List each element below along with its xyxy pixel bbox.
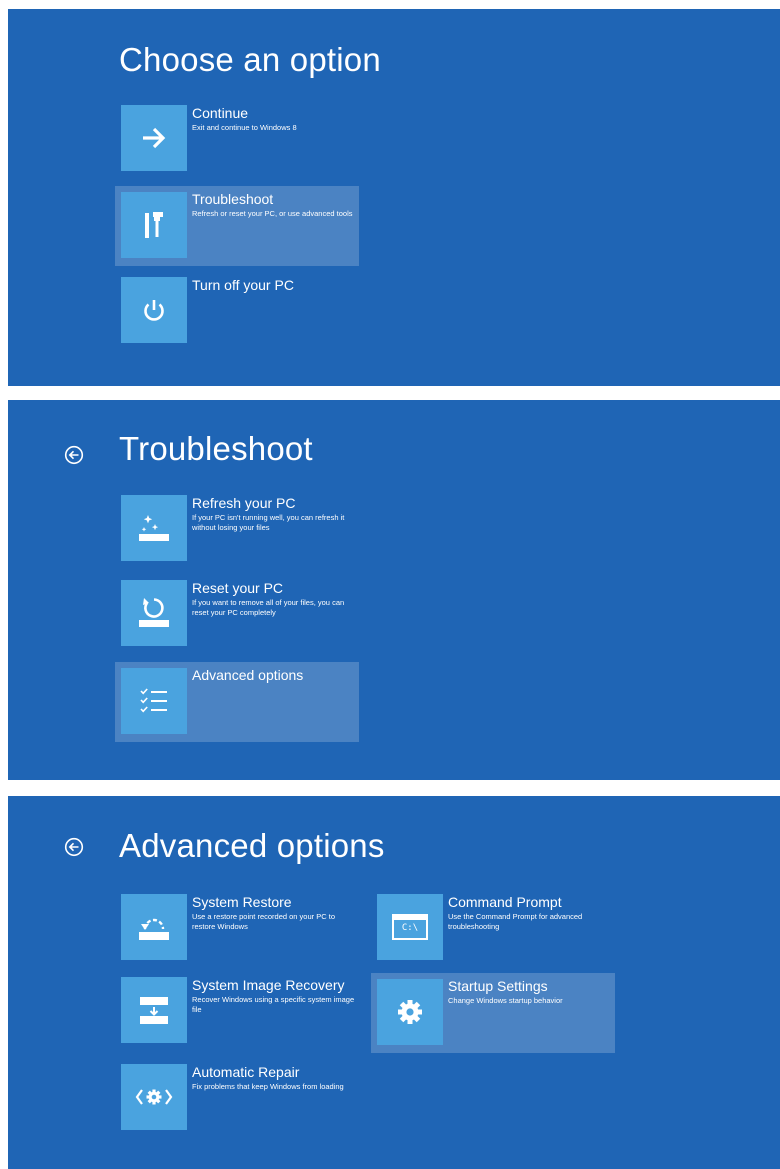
automatic-repair-icon (121, 1064, 187, 1130)
system-restore-icon (121, 894, 187, 960)
reset-pc-option[interactable]: Reset your PC If you want to remove all … (115, 580, 359, 660)
option-description: Use the Command Prompt for advanced trou… (448, 912, 583, 931)
option-title: Command Prompt (448, 894, 562, 910)
advanced-options-screen: Advanced options System Restore Use a re… (8, 796, 780, 1169)
startup-settings-option[interactable]: Startup Settings Change Windows startup … (371, 973, 615, 1053)
tools-icon (121, 192, 187, 258)
system-image-icon (121, 977, 187, 1043)
turn-off-option[interactable]: Turn off your PC (115, 277, 359, 357)
option-title: Troubleshoot (192, 191, 274, 207)
continue-option[interactable]: Continue Exit and continue to Windows 8 (115, 105, 359, 185)
power-icon (121, 277, 187, 343)
choose-option-screen: Choose an option Continue Exit and conti… (8, 9, 780, 386)
page-title: Advanced options (119, 827, 385, 864)
option-title: System Restore (192, 894, 292, 910)
option-description: Recover Windows using a specific system … (192, 995, 355, 1014)
option-title: Continue (192, 105, 249, 121)
refresh-pc-option[interactable]: Refresh your PC If your PC isn't running… (115, 495, 359, 575)
automatic-repair-option[interactable]: Automatic Repair Fix problems that keep … (115, 1064, 359, 1144)
option-description: Use a restore point recorded on your PC … (192, 912, 335, 931)
reset-pc-icon (121, 580, 187, 646)
advanced-options-option[interactable]: Advanced options (115, 662, 359, 742)
prompt-text: C:\ (401, 923, 419, 933)
option-title: Refresh your PC (192, 495, 296, 511)
option-title: Automatic Repair (192, 1064, 300, 1080)
page-title: Troubleshoot (119, 430, 313, 467)
page-title: Choose an option (119, 41, 381, 78)
option-title: Advanced options (192, 667, 304, 683)
troubleshoot-screen: Troubleshoot Refresh your PC If your PC … (8, 400, 780, 780)
option-description: Exit and continue to Windows 8 (192, 123, 297, 132)
command-prompt-icon: C:\ (377, 894, 443, 960)
refresh-pc-icon (121, 495, 187, 561)
option-description: If you want to remove all of your files,… (192, 598, 345, 617)
arrow-right-icon (121, 105, 187, 171)
checklist-icon (121, 668, 187, 734)
command-prompt-option[interactable]: C:\ Command Prompt Use the Command Promp… (371, 894, 615, 974)
system-restore-option[interactable]: System Restore Use a restore point recor… (115, 894, 359, 974)
system-image-recovery-option[interactable]: System Image Recovery Recover Windows us… (115, 977, 359, 1057)
option-title: Turn off your PC (192, 277, 294, 293)
option-title: Startup Settings (448, 978, 548, 994)
option-title: Reset your PC (192, 580, 284, 596)
option-description: If your PC isn't running well, you can r… (192, 513, 345, 532)
option-description: Refresh or reset your PC, or use advance… (192, 209, 353, 218)
option-description: Change Windows startup behavior (448, 996, 563, 1005)
troubleshoot-option[interactable]: Troubleshoot Refresh or reset your PC, o… (115, 186, 359, 266)
back-arrow-icon[interactable] (64, 445, 84, 465)
option-description: Fix problems that keep Windows from load… (192, 1082, 344, 1091)
back-arrow-icon[interactable] (64, 837, 84, 857)
gear-icon (377, 979, 443, 1045)
option-title: System Image Recovery (192, 977, 345, 993)
